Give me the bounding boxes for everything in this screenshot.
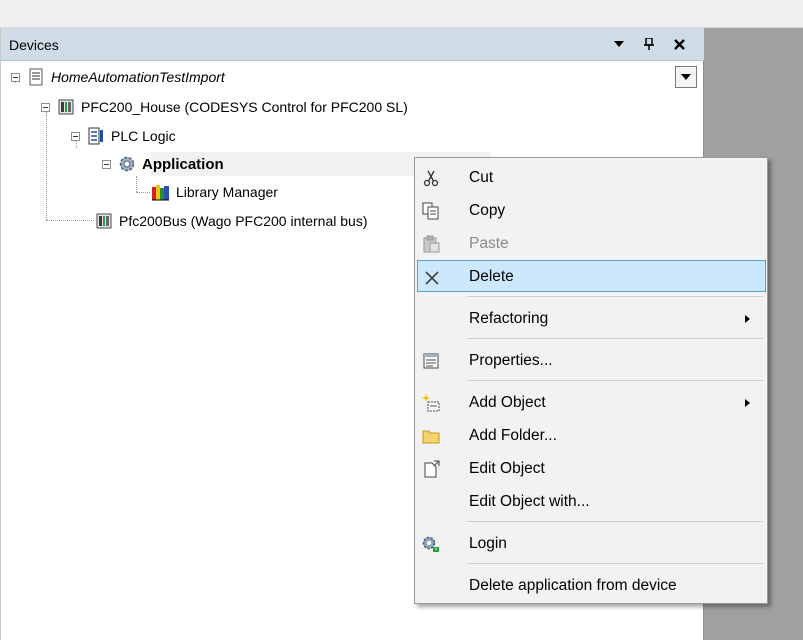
menu-item-refactoring[interactable]: Refactoring	[417, 302, 766, 334]
context-menu: Cut Copy Paste Delete Refactoring Proper…	[414, 157, 768, 604]
tree-line	[46, 220, 94, 221]
menu-item-properties[interactable]: Properties...	[417, 344, 766, 376]
tree-line	[46, 112, 47, 220]
menu-label: Delete application from device	[469, 577, 677, 594]
menu-item-cut[interactable]: Cut	[417, 161, 766, 193]
collapse-toggle[interactable]	[11, 72, 20, 82]
library-books-icon	[151, 182, 171, 202]
top-toolbar-strip	[0, 0, 803, 28]
tree-line	[136, 176, 137, 192]
application-gear-icon	[117, 154, 137, 174]
menu-item-add-folder[interactable]: Add Folder...	[417, 419, 766, 451]
menu-label: Add Object	[469, 394, 546, 411]
menu-item-edit-object-with[interactable]: Edit Object with...	[417, 485, 766, 517]
tree-item-bus[interactable]: Pfc200Bus (Wago PFC200 internal bus)	[94, 210, 368, 232]
menu-label: Copy	[469, 202, 506, 219]
collapse-toggle[interactable]	[41, 102, 50, 112]
tree-dropdown-button[interactable]	[675, 66, 697, 88]
panel-menu-button[interactable]	[609, 34, 629, 54]
device-icon	[94, 211, 114, 231]
submenu-arrow-icon	[745, 399, 750, 407]
submenu-arrow-icon	[745, 315, 750, 323]
properties-icon	[421, 351, 441, 371]
close-icon	[673, 38, 685, 50]
tree-label: PFC200_House (CODESYS Control for PFC200…	[81, 99, 408, 115]
folder-icon	[421, 426, 441, 446]
tree-label: HomeAutomationTestImport	[51, 69, 225, 85]
menu-label: Add Folder...	[469, 427, 557, 444]
collapse-toggle[interactable]	[102, 159, 111, 169]
devices-panel-header: Devices	[1, 28, 704, 61]
chevron-down-icon	[681, 74, 691, 80]
menu-item-add-object[interactable]: Add Object	[417, 386, 766, 418]
add-object-icon	[421, 393, 441, 413]
device-icon	[56, 97, 76, 117]
close-button[interactable]	[669, 34, 689, 54]
menu-label: Refactoring	[469, 310, 549, 327]
tree-item-plc-logic[interactable]: PLC Logic	[71, 125, 176, 147]
tree-item-application[interactable]: Application	[102, 153, 224, 175]
tree-label: Application	[142, 155, 224, 173]
menu-separator	[467, 521, 763, 522]
menu-label: Paste	[469, 235, 509, 252]
chevron-down-icon	[614, 41, 624, 47]
tree-item-library-manager[interactable]: Library Manager	[151, 181, 278, 203]
tree-line	[136, 192, 150, 193]
menu-separator	[467, 563, 763, 564]
tree-item-device[interactable]: PFC200_House (CODESYS Control for PFC200…	[41, 96, 408, 118]
menu-item-login[interactable]: Login	[417, 527, 766, 559]
menu-item-delete-app-from-device[interactable]: Delete application from device	[417, 569, 766, 601]
menu-label: Cut	[469, 169, 494, 186]
menu-item-delete[interactable]: Delete	[417, 260, 766, 292]
collapse-toggle[interactable]	[71, 131, 80, 141]
tree-label: Pfc200Bus (Wago PFC200 internal bus)	[119, 213, 368, 229]
delete-x-icon	[422, 268, 442, 288]
menu-label: Delete	[469, 268, 514, 285]
menu-label: Properties...	[469, 352, 553, 369]
scissors-icon	[421, 168, 441, 188]
menu-label: Login	[469, 535, 507, 552]
tree-label: PLC Logic	[111, 128, 176, 144]
menu-item-copy[interactable]: Copy	[417, 194, 766, 226]
menu-separator	[467, 380, 763, 381]
menu-label: Edit Object with...	[469, 493, 590, 510]
panel-title: Devices	[9, 37, 59, 53]
menu-item-paste[interactable]: Paste	[417, 227, 766, 259]
menu-separator	[467, 338, 763, 339]
login-gear-icon	[421, 534, 441, 554]
menu-label: Edit Object	[469, 460, 545, 477]
tree-item-project[interactable]: HomeAutomationTestImport	[11, 66, 225, 88]
pin-icon	[644, 38, 654, 50]
project-icon	[26, 67, 46, 87]
plc-logic-icon	[86, 126, 106, 146]
pin-button[interactable]	[639, 34, 659, 54]
menu-item-edit-object[interactable]: Edit Object	[417, 452, 766, 484]
menu-separator	[467, 296, 763, 297]
copy-icon	[421, 201, 441, 221]
edit-object-icon	[421, 459, 441, 479]
tree-label: Library Manager	[176, 184, 278, 200]
paste-icon	[421, 234, 441, 254]
